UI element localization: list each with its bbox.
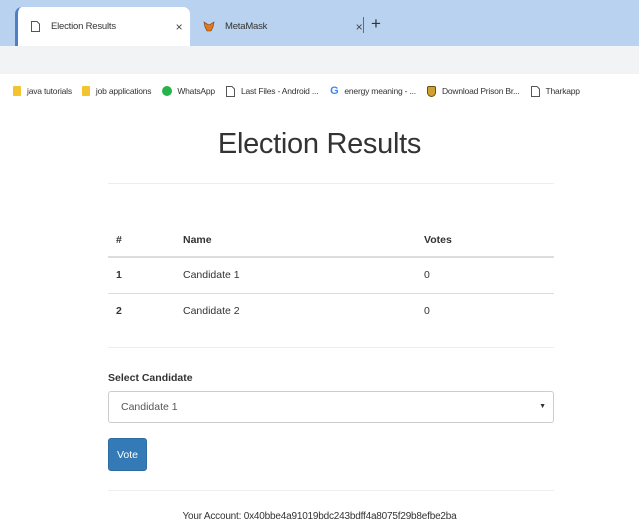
page-icon [29, 20, 41, 34]
bookmark-label: java tutorials [27, 86, 72, 96]
candidate-name: Candidate 2 [183, 305, 240, 318]
page-icon [226, 85, 236, 97]
bookmark-label: Tharkapp [545, 86, 581, 96]
bookmark-energy-meaning[interactable]: G energy meaning - ... [329, 85, 416, 97]
header-number: # [108, 223, 175, 258]
bookmarks-bar: java tutorials job applications WhatsApp… [0, 74, 639, 108]
bookmark-label: job applications [95, 86, 152, 96]
bookmark-download-prison[interactable]: Download Prison Br... [427, 85, 520, 97]
divider [108, 490, 554, 491]
bookmark-label: WhatsApp [177, 86, 215, 96]
account-address: Your Account: 0x40bbe4a91019bdc243bdff4a… [182, 511, 457, 522]
tab-close-icon[interactable]: × [348, 20, 370, 34]
candidate-number: 1 [108, 257, 175, 294]
bookmark-job-applications[interactable]: job applications [81, 86, 152, 97]
tab-separator [363, 17, 364, 33]
bookmark-java-tutorials[interactable]: java tutorials [12, 86, 72, 97]
table-row: 2 Candidate 2 0 [108, 293, 554, 329]
vote-button[interactable]: Vote [108, 438, 147, 471]
folder-icon [81, 86, 91, 97]
candidate-number: 2 [116, 305, 122, 318]
divider [108, 347, 554, 348]
select-candidate-label: Select Candidate [108, 372, 193, 384]
divider [108, 183, 554, 184]
tab-title: Election Results [51, 21, 116, 32]
toolbar [0, 46, 639, 74]
tab-strip: Election Results × MetaMask × + [0, 0, 639, 46]
whatsapp-icon [162, 86, 173, 97]
page-icon [531, 85, 541, 97]
table-header-row: # Name Votes [108, 223, 554, 258]
candidate-select-value: Candidate 1 [121, 401, 178, 413]
candidate-votes: 0 [416, 257, 554, 294]
candidate-votes: 0 [424, 305, 430, 318]
new-tab-icon[interactable]: + [371, 14, 381, 34]
tab-metamask[interactable]: MetaMask × [192, 7, 370, 46]
shield-icon [427, 85, 437, 97]
bookmark-label: Last Files - Android ... [240, 86, 319, 96]
bookmark-label: energy meaning - ... [344, 86, 416, 96]
google-icon: G [330, 85, 339, 97]
tab-election-results[interactable]: Election Results × [15, 7, 190, 46]
tab-close-icon[interactable]: × [168, 20, 190, 34]
metamask-fox-icon [203, 20, 215, 34]
page-title: Election Results [217, 128, 422, 160]
table-row: 1 Candidate 1 0 [108, 257, 554, 294]
bookmark-label: Download Prison Br... [441, 86, 520, 96]
dropdown-caret-icon: ▼ [539, 403, 546, 410]
bookmark-whatsapp[interactable]: WhatsApp [162, 86, 215, 97]
header-name: Name [175, 223, 416, 258]
tab-title: MetaMask [225, 21, 268, 32]
folder-icon [12, 86, 22, 97]
results-table: # Name Votes 1 Candidate 1 0 2 Candidate… [108, 223, 554, 329]
header-votes: Votes [416, 223, 554, 258]
bookmark-last-files[interactable]: Last Files - Android ... [226, 85, 319, 97]
candidate-select[interactable]: Candidate 1 ▼ [108, 391, 554, 423]
bookmark-tharkapp[interactable]: Tharkapp [531, 85, 581, 97]
candidate-name: Candidate 1 [175, 257, 416, 294]
